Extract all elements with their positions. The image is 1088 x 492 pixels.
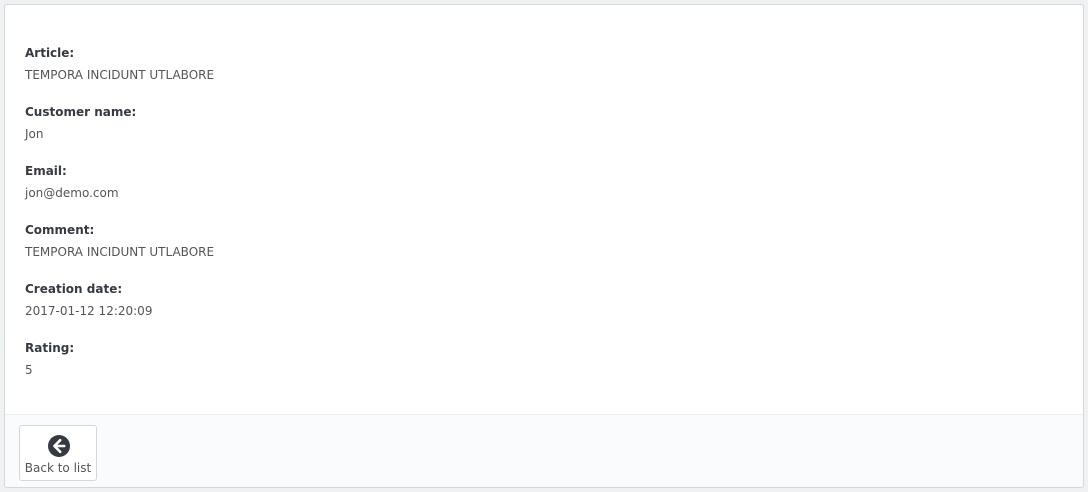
field-value: TEMPORA INCIDUNT UTLABORE: [25, 245, 215, 259]
detail-panel: Article: TEMPORA INCIDUNT UTLABORE Custo…: [4, 4, 1084, 488]
field-label: Rating:: [25, 341, 75, 355]
detail-panel-footer: Back to list: [5, 414, 1083, 487]
back-to-list-label: Back to list: [24, 461, 92, 475]
field-label: Customer name:: [25, 105, 137, 119]
field-comment: Comment: TEMPORA INCIDUNT UTLABORE: [25, 222, 214, 260]
field-label: Comment:: [25, 223, 95, 237]
field-value: Jon: [25, 127, 44, 141]
field-value: 5: [25, 363, 33, 377]
field-label: Article:: [25, 46, 75, 60]
field-rating: Rating: 5: [25, 340, 74, 378]
field-label: Creation date:: [25, 282, 123, 296]
field-creation-date: Creation date: 2017-01-12 12:20:09: [25, 281, 152, 319]
detail-panel-body: Article: TEMPORA INCIDUNT UTLABORE Custo…: [5, 5, 1083, 414]
field-value: jon@demo.com: [25, 186, 119, 200]
back-to-list-button[interactable]: Back to list: [19, 425, 97, 481]
field-value: TEMPORA INCIDUNT UTLABORE: [25, 68, 215, 82]
field-article: Article: TEMPORA INCIDUNT UTLABORE: [25, 45, 214, 83]
field-value: 2017-01-12 12:20:09: [25, 304, 153, 318]
field-label: Email:: [25, 164, 67, 178]
arrow-circle-left-icon: [48, 435, 70, 457]
field-customer-name: Customer name: Jon: [25, 104, 136, 142]
field-email: Email: jon@demo.com: [25, 163, 119, 201]
